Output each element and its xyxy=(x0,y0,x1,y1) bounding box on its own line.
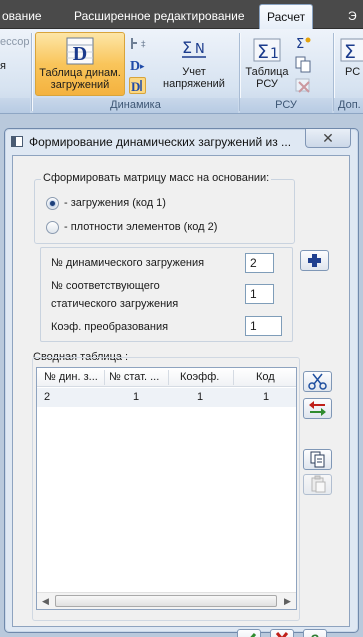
stress-account-button[interactable]: ΣN Учет напряжений xyxy=(163,32,225,96)
cell-stat: 1 xyxy=(133,391,140,403)
radio-button-unchecked[interactable] xyxy=(46,221,59,234)
svg-text:Σ: Σ xyxy=(296,37,304,52)
scroll-right-arrow-icon[interactable]: ▶ xyxy=(279,593,296,609)
window-icon xyxy=(11,136,23,147)
copy-icon xyxy=(310,451,325,468)
sigma-extra-icon: Σ xyxy=(340,36,363,64)
svg-text:1: 1 xyxy=(270,46,279,62)
radio-button-checked[interactable] xyxy=(46,197,59,210)
paste-icon xyxy=(311,475,326,493)
radio-density-code-2-label: - плотности элементов (код 2) xyxy=(64,221,218,233)
tab-advanced-editing[interactable]: Расширенное редактирование xyxy=(74,9,245,29)
swap-arrows-icon xyxy=(309,401,326,416)
extra-rs-button[interactable]: Σ РС xyxy=(338,32,363,96)
svg-text:▸: ▸ xyxy=(140,62,145,72)
cell-coef: 1 xyxy=(197,391,204,403)
svg-text:D: D xyxy=(73,43,87,65)
modes-icon[interactable]: ‡ xyxy=(129,35,146,52)
tab-editing[interactable]: ование xyxy=(2,9,42,29)
swap-button[interactable] xyxy=(303,398,332,419)
horizontal-scrollbar[interactable]: ◀ ▶ xyxy=(37,592,296,609)
col-header-dyn[interactable]: № дин. з... xyxy=(44,371,98,383)
group-label-extra: Доп. xyxy=(338,99,361,111)
dynamic-loads-dialog: Формирование динамических загружений из … xyxy=(4,128,359,637)
rsu-table-button[interactable]: Σ1 Таблица РСУ xyxy=(242,32,292,96)
svg-text:Σ: Σ xyxy=(257,41,269,63)
radio-density-code-2[interactable]: - плотности элементов (код 2) xyxy=(46,221,286,235)
scroll-thumb[interactable] xyxy=(55,595,277,607)
cell-dyn: 2 xyxy=(44,391,51,403)
svg-text:N: N xyxy=(195,42,205,57)
svg-text:Σ: Σ xyxy=(344,41,356,63)
stress-account-label: Учет напряжений xyxy=(163,66,225,90)
dynamic-table-icon: D xyxy=(66,37,94,65)
processor-button-label-2[interactable]: я xyxy=(0,60,20,72)
svg-text:D: D xyxy=(130,59,140,73)
dyn-load-number-input[interactable]: 2 xyxy=(245,253,274,273)
sigma-n-icon: ΣN xyxy=(180,36,208,64)
svg-text:‡: ‡ xyxy=(141,40,146,50)
dynamics-d-icon[interactable]: D ▸ xyxy=(129,56,146,74)
cancel-button[interactable] xyxy=(270,629,294,637)
column-divider[interactable] xyxy=(233,370,234,385)
cancel-x-icon xyxy=(275,632,289,637)
dialog-titlebar[interactable]: Формирование динамических загружений из … xyxy=(5,129,358,155)
paste-button[interactable] xyxy=(303,474,332,495)
group-label-dynamics: Динамика xyxy=(110,99,161,111)
add-row-button[interactable] xyxy=(300,250,329,271)
dyn-load-number-label: № динамического загружения xyxy=(51,257,205,269)
svg-text:D: D xyxy=(131,79,140,93)
help-button[interactable]: ? xyxy=(303,629,327,637)
mass-matrix-group-label: Сформировать матрицу масс на основании: xyxy=(41,172,272,184)
static-load-label-line2: статического загружения xyxy=(51,298,179,310)
scroll-left-arrow-icon[interactable]: ◀ xyxy=(37,593,54,609)
copy-button[interactable] xyxy=(303,449,332,470)
column-divider[interactable] xyxy=(104,370,105,385)
col-header-stat[interactable]: № стат. ... xyxy=(109,371,159,383)
group-separator xyxy=(31,33,32,111)
static-load-number-input[interactable]: 1 xyxy=(245,284,274,304)
group-label-rsu: РСУ xyxy=(275,99,297,111)
svg-text:Σ: Σ xyxy=(182,38,192,57)
table-header: № дин. з... № стат. ... Коэфф. Код xyxy=(37,368,296,387)
tab-next[interactable]: Э xyxy=(348,9,357,29)
group-label-bar-left xyxy=(0,98,30,113)
rsu-table-label: Таблица РСУ xyxy=(245,66,289,90)
radio-load-code-1-label: - загружения (код 1) xyxy=(64,197,166,209)
table-delete-icon[interactable] xyxy=(295,77,312,94)
ribbon-tab-bar: ование Расширенное редактирование Расчет… xyxy=(0,0,363,30)
col-header-code[interactable]: Код xyxy=(256,371,275,383)
radio-load-code-1[interactable]: - загружения (код 1) xyxy=(46,197,286,211)
static-load-label-line1: № соответствующего xyxy=(51,280,160,292)
sigma-small-icon[interactable]: Σ xyxy=(295,35,312,52)
column-divider[interactable] xyxy=(168,370,169,385)
table-copy-icon[interactable] xyxy=(295,56,312,73)
ok-button[interactable] xyxy=(237,629,261,637)
ribbon-body: ессор я D Таблица динам. загружений ‡ D ▸… xyxy=(0,29,363,114)
cut-button[interactable] xyxy=(303,371,332,392)
col-header-coef[interactable]: Коэфф. xyxy=(180,371,219,383)
cell-code: 1 xyxy=(263,391,270,403)
plus-icon xyxy=(308,254,321,267)
close-button[interactable]: ✕ xyxy=(305,129,351,148)
table-row[interactable]: 2 1 1 1 xyxy=(37,388,296,407)
sigma-table-icon: Σ1 xyxy=(253,36,281,64)
mass-matrix-group: Сформировать матрицу масс на основании: … xyxy=(34,172,295,244)
load-parameters-panel: № динамического загружения 2 № соответст… xyxy=(40,247,293,342)
dynamics-d-active-icon[interactable]: D xyxy=(129,77,146,94)
dynamic-load-table-button[interactable]: D Таблица динам. загружений xyxy=(35,32,125,96)
summary-table[interactable]: № дин. з... № стат. ... Коэфф. Код 2 1 1… xyxy=(36,367,297,610)
dialog-title: Формирование динамических загружений из … xyxy=(29,135,292,149)
dynamic-load-table-label: Таблица динам. загружений xyxy=(39,67,121,91)
dialog-client-area: Сформировать матрицу масс на основании: … xyxy=(12,155,350,637)
scissors-icon xyxy=(308,373,327,390)
conversion-coef-label: Коэф. преобразования xyxy=(51,321,169,333)
checkmark-icon xyxy=(250,633,257,637)
processor-button-label[interactable]: ессор xyxy=(0,36,30,48)
conversion-coef-input[interactable]: 1 xyxy=(245,316,282,336)
tab-calculation[interactable]: Расчет xyxy=(259,4,314,30)
extra-rs-label: РС xyxy=(345,66,361,78)
